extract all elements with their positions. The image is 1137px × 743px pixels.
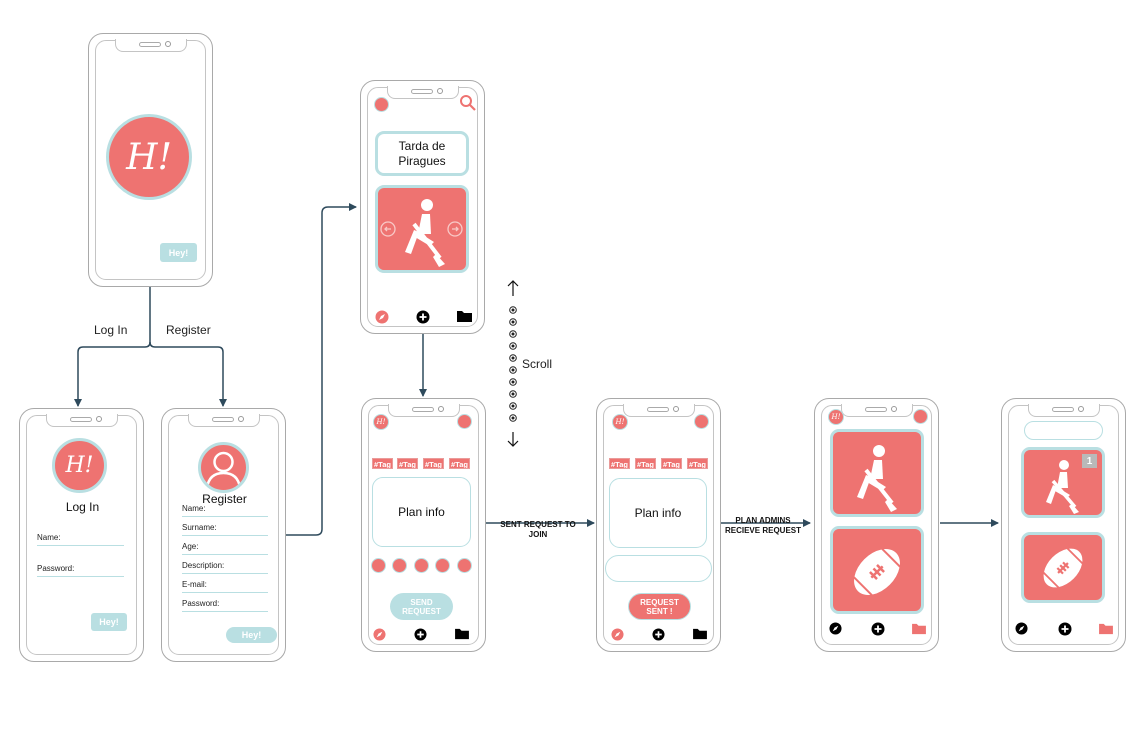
register-flow-label: Register: [166, 323, 211, 337]
admins-label: PLAN ADMINS RECIEVE REQUEST: [724, 516, 801, 535]
sent-folder-icon[interactable]: [693, 628, 707, 640]
folder-icon[interactable]: [457, 310, 472, 323]
sent-request-label: SENT REQUEST TO JOIN: [500, 520, 576, 539]
register-name-label: Name:: [182, 504, 206, 513]
folder-football-card[interactable]: [1021, 532, 1105, 603]
login-name-field[interactable]: [37, 545, 124, 546]
detail-tag[interactable]: #Tag: [423, 458, 444, 469]
login-password-label: Password:: [37, 564, 75, 573]
user-icon: [205, 451, 242, 489]
sent-profile-icon[interactable]: [694, 414, 709, 429]
register-surname-label: Surname:: [182, 523, 217, 532]
logo-text: H!: [126, 136, 172, 178]
admin-compass-icon[interactable]: [829, 622, 842, 635]
register-password-field[interactable]: [182, 611, 268, 612]
detail-tag[interactable]: #Tag: [397, 458, 418, 469]
member-avatar[interactable]: [457, 558, 472, 573]
admin-phone: H!: [814, 398, 939, 652]
folder-folder-icon[interactable]: [1099, 623, 1113, 635]
login-flow-label: Log In: [94, 323, 128, 337]
sent-phone: H! #Tag #Tag #Tag #Tag Plan info REQUEST…: [596, 398, 721, 652]
register-hey-button[interactable]: Hey!: [226, 627, 277, 643]
add-icon[interactable]: [416, 310, 430, 324]
member-avatar[interactable]: [392, 558, 407, 573]
folder-add-icon[interactable]: [1058, 622, 1072, 636]
hey-button[interactable]: Hey!: [160, 243, 197, 262]
arrow-to-register: [149, 341, 227, 407]
arrow-to-login: [74, 287, 151, 407]
member-avatar[interactable]: [371, 558, 386, 573]
login-logo-text: H!: [65, 453, 94, 478]
notification-badge: 1: [1082, 454, 1097, 468]
register-name-field[interactable]: [182, 516, 268, 517]
admin-profile-icon[interactable]: [913, 409, 928, 424]
sent-plan-info: Plan info: [634, 506, 682, 520]
login-title: Log In: [65, 500, 100, 514]
detail-logo-icon[interactable]: H!: [373, 414, 389, 430]
register-surname-field[interactable]: [182, 535, 268, 536]
splash-phone: H! Hey!: [88, 33, 213, 287]
admin-logo-icon[interactable]: H!: [828, 409, 844, 425]
register-phone: Register Name: Surname: Age: Description…: [161, 408, 286, 662]
sent-tag[interactable]: #Tag: [687, 458, 708, 469]
admin-add-icon[interactable]: [871, 622, 885, 636]
logo-circle: H!: [106, 114, 192, 200]
login-logo-circle: H!: [52, 438, 107, 493]
detail-compass-icon[interactable]: [373, 628, 386, 641]
football-icon: [852, 547, 902, 597]
sent-empty-box: [605, 555, 712, 582]
folder-search-box[interactable]: [1024, 421, 1103, 440]
register-email-label: E-mail:: [182, 580, 207, 589]
admin-folder-icon[interactable]: [912, 623, 926, 635]
search-icon[interactable]: [459, 94, 477, 112]
folder-compass-icon[interactable]: [1015, 622, 1028, 635]
sent-tag[interactable]: #Tag: [661, 458, 682, 469]
scroll-label: Scroll: [522, 357, 553, 371]
sent-add-icon[interactable]: [652, 628, 665, 641]
login-password-field[interactable]: [37, 576, 124, 577]
arrow-to-plan: [286, 203, 357, 536]
detail-tag[interactable]: #Tag: [372, 458, 393, 469]
kayak-icon: [380, 199, 463, 267]
register-age-label: Age:: [182, 542, 199, 551]
sent-logo-icon[interactable]: H!: [612, 414, 628, 430]
detail-profile-icon[interactable]: [457, 414, 472, 429]
plan-title: Tarda de Piragues: [398, 138, 446, 168]
sent-compass-icon[interactable]: [611, 628, 624, 641]
send-request-button[interactable]: SEND REQUEST: [390, 593, 453, 620]
sent-tag[interactable]: #Tag: [609, 458, 630, 469]
register-age-field[interactable]: [182, 554, 268, 555]
folder-phone: 1: [1001, 398, 1126, 652]
member-avatar[interactable]: [435, 558, 450, 573]
detail-add-icon[interactable]: [414, 628, 427, 641]
admin-football-card[interactable]: [830, 526, 924, 614]
plan-phone: Tarda de Piragues: [360, 80, 485, 334]
login-phone: H! Log In Name: Password: Hey!: [19, 408, 144, 662]
sent-tag[interactable]: #Tag: [635, 458, 656, 469]
request-sent-button[interactable]: REQUEST SENT !: [628, 593, 691, 620]
profile-icon[interactable]: [374, 97, 389, 112]
login-hey-button[interactable]: Hey!: [91, 613, 127, 631]
register-password-label: Password:: [182, 599, 220, 608]
compass-icon[interactable]: [375, 310, 389, 324]
admin-kayak-card[interactable]: [830, 429, 924, 517]
plan-image-card[interactable]: [375, 185, 469, 273]
login-name-label: Name:: [37, 533, 61, 542]
plan-title-box: Tarda de Piragues: [375, 131, 469, 176]
register-description-field[interactable]: [182, 573, 268, 574]
detail-plan-info-box: Plan info: [372, 477, 471, 547]
register-description-label: Description:: [182, 561, 225, 570]
register-title: Register: [202, 492, 247, 506]
sent-plan-info-box: Plan info: [609, 478, 707, 548]
folder-football-icon: [1042, 547, 1084, 589]
member-avatar[interactable]: [414, 558, 429, 573]
detail-tag[interactable]: #Tag: [449, 458, 470, 469]
detail-phone: H! #Tag #Tag #Tag #Tag Plan info SEND RE…: [361, 398, 486, 652]
register-avatar: [198, 442, 249, 493]
admin-kayak-icon: [857, 445, 897, 512]
register-email-field[interactable]: [182, 592, 268, 593]
detail-plan-info: Plan info: [398, 505, 445, 519]
detail-folder-icon[interactable]: [455, 628, 469, 640]
